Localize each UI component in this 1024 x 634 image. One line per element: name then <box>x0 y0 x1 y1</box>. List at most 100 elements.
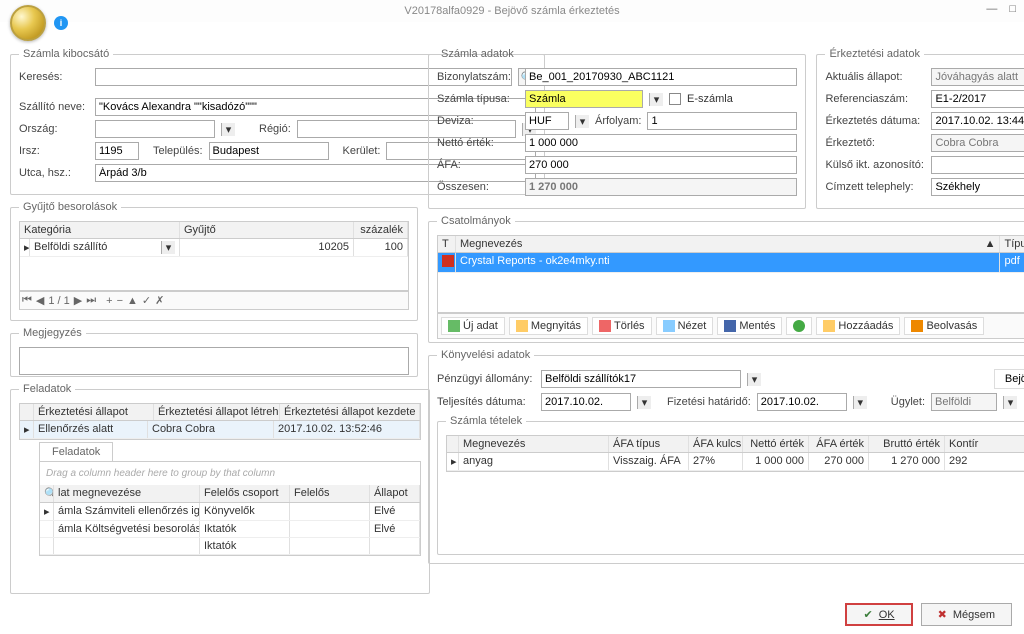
pager-add-icon[interactable]: + <box>106 295 112 307</box>
search-label: Keresés: <box>19 71 89 83</box>
check-icon: ✔ <box>863 608 872 621</box>
site-select[interactable] <box>931 178 1024 196</box>
task-status-header[interactable]: Érkeztetési állapot <box>34 404 154 420</box>
status-input <box>931 68 1024 86</box>
task-row[interactable]: ▸ ⊟ Ellenőrzés alatt Cobra Cobra 2017.10… <box>20 421 420 439</box>
sub-group-header[interactable]: Felelős csoport <box>200 485 290 502</box>
tasks-legend: Feladatok <box>19 383 75 395</box>
docnum-input[interactable] <box>525 68 797 86</box>
dropdown-icon[interactable]: ▾ <box>853 396 867 409</box>
pager-last-icon[interactable]: ⏭ <box>86 294 96 307</box>
lines-group: Számla tételek Megnevezés ÁFA típus ÁFA … <box>437 415 1024 555</box>
col-collector-header[interactable]: Gyűjtő <box>180 222 354 238</box>
pager-page: 1 / 1 <box>48 295 69 307</box>
pager-check-icon[interactable]: ✓ <box>142 294 151 307</box>
task-start-header[interactable]: Érkeztetési állapot kezdete <box>280 404 420 420</box>
extid-input[interactable] <box>931 156 1024 174</box>
due-date-input[interactable] <box>757 393 847 411</box>
district-label: Kerület: <box>343 145 381 157</box>
pager-cancel-icon[interactable]: ✗ <box>155 294 164 307</box>
dropdown-icon[interactable]: ▾ <box>161 241 175 254</box>
receipt-legend: Érkeztetési adatok <box>825 48 924 60</box>
new-icon <box>448 320 460 332</box>
info-icon[interactable]: i <box>54 16 68 30</box>
subtask-row[interactable]: Iktatók <box>40 538 420 555</box>
country-input[interactable] <box>95 120 215 138</box>
open-button[interactable]: Megnyitás <box>509 317 588 335</box>
subtask-row[interactable]: ámla Költségvetési besorolási ig… Iktató… <box>40 521 420 538</box>
booking-group: Könyvelési adatok Pénzügyi állomány: ▾ B… <box>428 349 1024 564</box>
dropdown-icon[interactable]: ▾ <box>747 373 761 386</box>
delete-button[interactable]: Törlés <box>592 317 652 335</box>
dropdown-icon[interactable]: ▾ <box>637 396 651 409</box>
region-label: Régió: <box>259 123 291 135</box>
add-icon <box>823 320 835 332</box>
title-bar: V20178alfa0929 - Bejövő számla érkezteté… <box>0 0 1024 22</box>
booking-legend: Könyvelési adatok <box>437 349 534 361</box>
save-button[interactable]: Mentés <box>717 317 782 335</box>
supplier-name-label: Szállító neve: <box>19 101 89 113</box>
new-button[interactable]: Új adat <box>441 317 505 335</box>
stock-select[interactable] <box>541 370 741 388</box>
rate-input[interactable] <box>647 112 797 130</box>
perf-date-input[interactable] <box>541 393 631 411</box>
maximize-icon[interactable]: □ <box>1009 3 1016 15</box>
tasks-tab[interactable]: Feladatok <box>39 442 113 461</box>
vat-input[interactable] <box>525 156 797 174</box>
sub-owner-header[interactable]: Felelős <box>290 485 370 502</box>
invoice-legend: Számla adatok <box>437 48 518 60</box>
zip-label: Irsz: <box>19 145 89 157</box>
attach-name-header[interactable]: Megnevezés ▲ <box>456 236 1000 252</box>
country-dropdown-icon[interactable]: ▾ <box>221 123 235 136</box>
line-row[interactable]: ▸ anyag Visszaig. ÁFA 27% 1 000 000 270 … <box>447 453 1024 471</box>
subtask-row[interactable]: ▸ ámla Számviteli ellenőrzés igény… Köny… <box>40 503 420 521</box>
receipt-date-input[interactable] <box>931 112 1024 130</box>
invoice-type-select[interactable] <box>525 90 643 108</box>
einvoice-checkbox[interactable] <box>669 93 681 105</box>
app-logo-icon <box>10 5 46 41</box>
read-icon <box>911 320 923 332</box>
incoming-invoice-button[interactable]: Bejövő számla … <box>994 369 1024 389</box>
attachments-legend: Csatolmányok <box>437 215 515 227</box>
attachments-toolbar: Új adat Megnyitás Törlés Nézet Mentés Ho… <box>437 313 1024 339</box>
read-button[interactable]: Beolvasás <box>904 317 984 335</box>
dropdown-icon[interactable]: ▾ <box>649 93 663 106</box>
street-label: Utca, hsz.: <box>19 167 89 179</box>
pager-next-icon[interactable]: ▶ <box>74 294 82 307</box>
ok-round-button[interactable] <box>786 317 812 335</box>
view-icon <box>663 320 675 332</box>
ref-input[interactable] <box>931 90 1024 108</box>
attachment-row[interactable]: Crystal Reports - ok2e4mky.nti pdf <box>438 253 1024 273</box>
pager-first-icon[interactable]: ⏮ <box>22 294 32 307</box>
cancel-button[interactable]: ✖Mégsem <box>921 603 1012 626</box>
note-group: Megjegyzés <box>10 327 418 377</box>
net-input[interactable] <box>525 134 797 152</box>
currency-select[interactable] <box>525 112 569 130</box>
dropdown-icon[interactable]: ▾ <box>1003 396 1017 409</box>
lines-legend: Számla tételek <box>446 415 526 427</box>
pager-edit-icon[interactable]: ▲ <box>127 295 138 307</box>
check-icon <box>793 320 805 332</box>
collectors-legend: Gyűjtő besorolások <box>19 201 121 213</box>
minimize-icon[interactable]: — <box>986 3 997 15</box>
open-icon <box>516 320 528 332</box>
pager-del-icon[interactable]: − <box>117 295 123 307</box>
window-title: V20178alfa0929 - Bejövő számla érkezteté… <box>404 5 619 17</box>
add-button[interactable]: Hozzáadás <box>816 317 900 335</box>
search-column-icon[interactable]: 🔍 <box>40 485 54 502</box>
col-category-header[interactable]: Kategória <box>20 222 180 238</box>
col-percent-header[interactable]: százalék <box>354 222 408 238</box>
note-input[interactable] <box>19 347 409 375</box>
task-creator-header[interactable]: Érkeztetési állapot létrehozó <box>154 404 280 420</box>
ok-button[interactable]: ✔OK <box>845 603 912 626</box>
dropdown-icon[interactable]: ▾ <box>575 115 589 128</box>
city-input[interactable] <box>209 142 329 160</box>
pager-prev-icon[interactable]: ◀ <box>36 294 44 307</box>
drag-hint: Drag a column header here to group by th… <box>40 462 420 485</box>
view-button[interactable]: Nézet <box>656 317 714 335</box>
deal-select <box>931 393 997 411</box>
sub-name-header[interactable]: lat megnevezése <box>54 485 200 502</box>
sub-state-header[interactable]: Állapot <box>370 485 420 502</box>
zip-input[interactable] <box>95 142 139 160</box>
collector-row[interactable]: ▸ Belföldi szállító▾ 10205 100 <box>20 239 408 257</box>
